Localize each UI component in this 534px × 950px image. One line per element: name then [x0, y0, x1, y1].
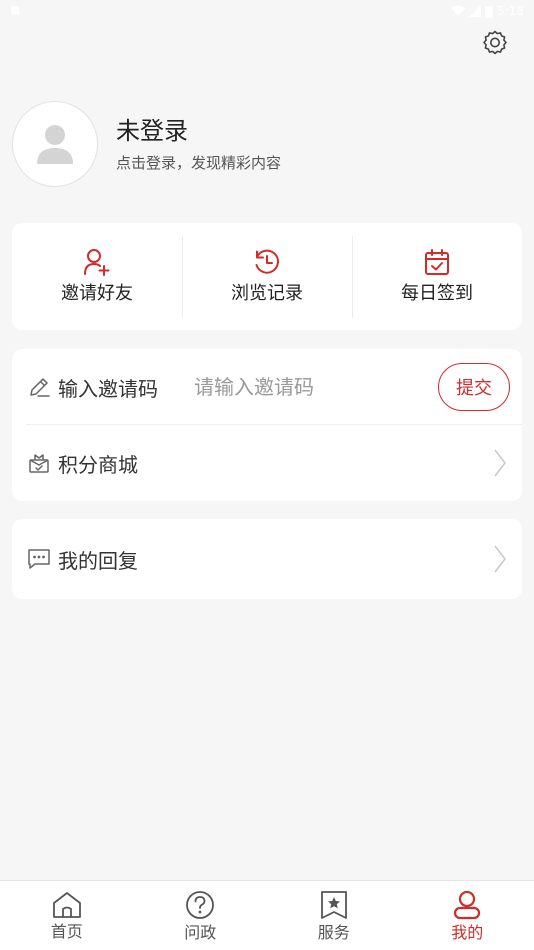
replies-card: 我的回复 [12, 519, 522, 599]
points-mall-row[interactable]: 积分商城 [12, 425, 522, 501]
star-bookmark-icon [320, 890, 347, 919]
options-card: 输入邀请码 提交 积分商城 [12, 349, 522, 501]
submit-button[interactable]: 提交 [438, 363, 510, 411]
invite-code-label: 输入邀请码 [58, 376, 158, 401]
daily-checkin-button[interactable]: 每日签到 [352, 235, 522, 318]
gear-icon [483, 30, 507, 55]
my-replies-label: 我的回复 [58, 548, 138, 573]
browse-history-button[interactable]: 浏览记录 [182, 235, 352, 318]
quick-action-label: 邀请好友 [61, 283, 133, 304]
wifi-icon [451, 5, 466, 17]
points-mall-label: 积分商城 [58, 452, 138, 477]
tab-label: 我的 [451, 922, 484, 942]
user-icon [454, 890, 481, 919]
home-icon [52, 891, 81, 918]
quick-action-label: 每日签到 [401, 283, 473, 304]
question-icon [186, 890, 215, 919]
chevron-right-icon [490, 448, 510, 478]
tab-home[interactable]: 首页 [0, 881, 134, 950]
battery-icon [485, 5, 494, 18]
notification-icon [10, 4, 20, 18]
status-bar: 5:18 [0, 0, 534, 22]
my-replies-row[interactable]: 我的回复 [12, 519, 522, 599]
status-time: 5:18 [497, 4, 524, 18]
pencil-icon [26, 374, 52, 400]
tab-label: 首页 [50, 921, 83, 941]
chevron-right-icon [490, 544, 510, 574]
signal-icon [469, 5, 482, 17]
quick-actions-card: 邀请好友 浏览记录 每日签到 [12, 223, 522, 330]
tab-inquiry[interactable]: 问政 [134, 881, 268, 950]
invite-friends-button[interactable]: 邀请好友 [12, 236, 182, 318]
history-icon [255, 249, 279, 274]
tab-label: 问政 [184, 922, 217, 942]
add-user-icon [84, 249, 110, 276]
login-profile[interactable]: 未登录 点击登录，发现精彩内容 [12, 100, 522, 188]
tab-services[interactable]: 服务 [267, 881, 401, 950]
quick-action-label: 浏览记录 [231, 283, 303, 304]
chat-bubble-icon [26, 546, 52, 572]
settings-button[interactable] [476, 24, 514, 62]
bottom-tab-bar: 首页 问政 服务 我的 [0, 880, 534, 950]
tab-mine[interactable]: 我的 [401, 881, 534, 950]
invite-code-input[interactable] [194, 375, 414, 399]
status-indicators: 5:18 [451, 4, 524, 18]
invite-code-row: 输入邀请码 提交 [12, 349, 522, 425]
profile-name: 未登录 [116, 117, 188, 145]
default-avatar-icon [37, 125, 73, 164]
avatar[interactable] [12, 101, 98, 187]
profile-subtitle: 点击登录，发现精彩内容 [116, 154, 282, 172]
calendar-check-icon [425, 249, 449, 275]
gift-box-icon [26, 450, 52, 476]
tab-label: 服务 [317, 922, 350, 942]
